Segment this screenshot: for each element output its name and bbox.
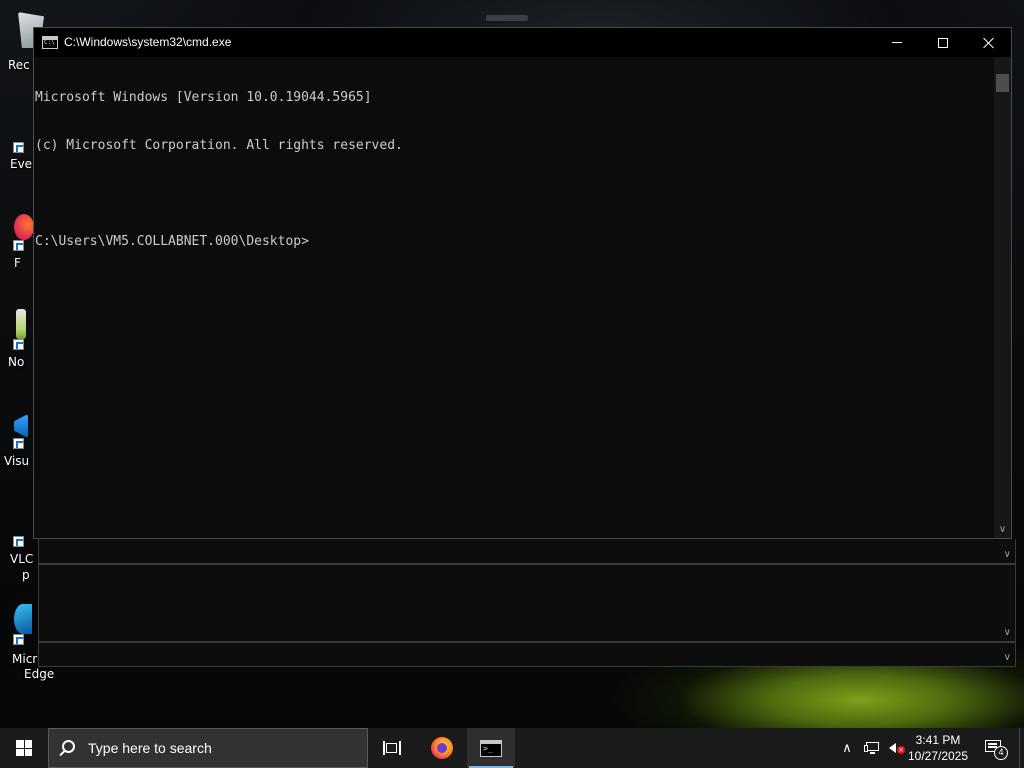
show-desktop-button[interactable] xyxy=(1019,728,1024,768)
notification-count: 4 xyxy=(994,746,1008,760)
scrollbar-thumb[interactable] xyxy=(996,74,1009,92)
vertical-scrollbar[interactable]: ∨ xyxy=(994,57,1011,538)
desktop-icon-label-2: Edge xyxy=(24,667,55,681)
volume-muted-icon: × xyxy=(888,741,905,755)
maximize-icon xyxy=(938,37,948,48)
scroll-up-icon[interactable] xyxy=(994,57,1011,74)
cmd-window[interactable]: C:\Windows\system32\cmd.exe Microsoft Wi… xyxy=(33,27,1012,539)
background-window-pane: ∨ xyxy=(38,539,1016,564)
network-icon xyxy=(864,741,880,755)
minimize-icon xyxy=(892,42,902,43)
firefox-taskbar-button[interactable] xyxy=(418,728,466,768)
maximize-button[interactable] xyxy=(920,28,966,57)
background-window-pane: ∨ xyxy=(38,642,1016,667)
console-prompt[interactable]: C:\Users\VM5.COLLABNET.000\Desktop> xyxy=(35,234,994,250)
cmd-icon[interactable] xyxy=(42,36,58,49)
shortcut-arrow-icon xyxy=(13,438,24,449)
close-button[interactable] xyxy=(966,28,1012,57)
visual-studio-icon xyxy=(14,414,28,438)
cmd-icon xyxy=(480,739,502,757)
start-button[interactable] xyxy=(0,728,48,768)
windows-logo-icon xyxy=(16,740,32,756)
show-hidden-icons-button[interactable]: ∧ xyxy=(836,728,858,768)
chevron-down-icon: ∨ xyxy=(1003,549,1011,560)
search-icon xyxy=(62,740,75,753)
cmd-taskbar-button[interactable] xyxy=(467,728,515,768)
search-placeholder: Type here to search xyxy=(88,740,212,756)
task-view-button[interactable] xyxy=(368,728,416,768)
taskbar: Type here to search ∧ × 3:41 PM 10/27/20… xyxy=(0,728,1024,768)
title-bar[interactable]: C:\Windows\system32\cmd.exe xyxy=(34,28,1011,57)
wallpaper-detail xyxy=(486,15,528,21)
console-line: (c) Microsoft Corporation. All rights re… xyxy=(35,138,403,153)
firefox-icon xyxy=(431,737,453,759)
action-center-button[interactable]: 4 xyxy=(974,728,1014,768)
task-view-icon xyxy=(383,741,401,755)
firefox-icon xyxy=(14,214,34,240)
notepad-icon xyxy=(16,309,26,339)
chevron-up-icon: ∧ xyxy=(842,740,852,756)
chevron-down-icon: ∨ xyxy=(1003,652,1011,663)
shortcut-arrow-icon xyxy=(13,142,24,153)
console-output[interactable]: Microsoft Windows [Version 10.0.19044.59… xyxy=(34,57,994,538)
background-window-pane: ∨ xyxy=(38,564,1016,642)
network-button[interactable] xyxy=(860,728,884,768)
shortcut-arrow-icon xyxy=(13,339,24,350)
clock-date: 10/27/2025 xyxy=(907,749,969,763)
close-icon xyxy=(983,37,995,49)
console-line: Microsoft Windows [Version 10.0.19044.59… xyxy=(35,90,372,105)
edge-icon xyxy=(14,604,32,634)
scroll-down-icon[interactable]: ∨ xyxy=(994,521,1011,538)
notification-icon: 4 xyxy=(985,740,1008,760)
shortcut-arrow-icon xyxy=(13,240,24,251)
clock-time: 3:41 PM xyxy=(915,733,961,747)
window-title: C:\Windows\system32\cmd.exe xyxy=(64,35,232,49)
shortcut-arrow-icon xyxy=(13,536,24,547)
minimize-button[interactable] xyxy=(874,28,920,57)
shortcut-arrow-icon xyxy=(13,634,24,645)
clock[interactable]: 3:41 PM 10/27/2025 xyxy=(905,730,971,766)
search-box[interactable]: Type here to search xyxy=(48,728,368,768)
chevron-down-icon: ∨ xyxy=(1003,627,1011,638)
